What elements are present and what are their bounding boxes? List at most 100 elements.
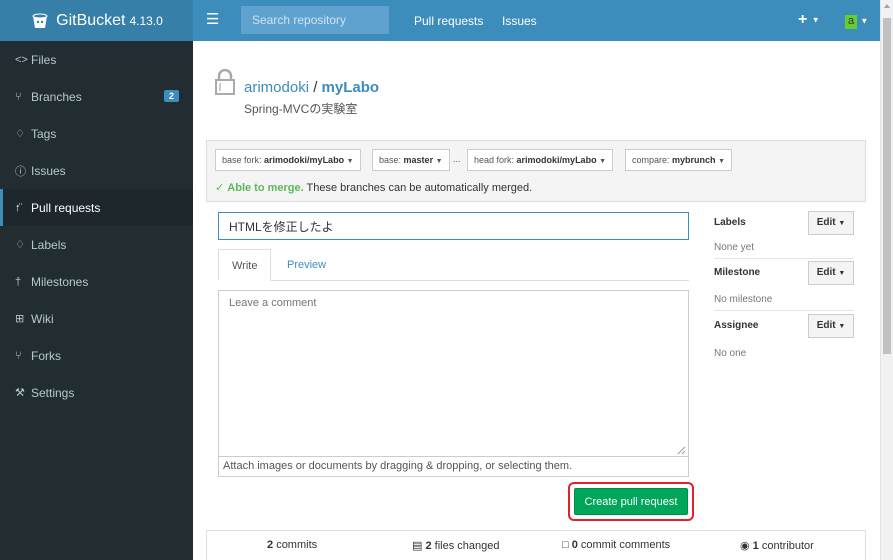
attach-hint[interactable]: Attach images or documents by dragging &…: [218, 457, 689, 477]
head-fork-prefix: head fork:: [474, 155, 515, 165]
repo-title: arimodoki / myLabo: [244, 79, 379, 96]
app-name: GitBucket: [56, 11, 126, 29]
edit-milestone-label: Edit: [816, 267, 836, 278]
repo-owner-link[interactable]: arimodoki: [244, 79, 309, 96]
page-scrollbar[interactable]: [880, 0, 893, 560]
repo-name-link[interactable]: myLabo: [322, 79, 380, 96]
branch-icon: ⑂: [15, 90, 22, 103]
sidebar-item-label: Pull requests: [31, 200, 101, 215]
compare-panel: base fork: arimodoki/myLabo ▼ base: mast…: [206, 140, 866, 202]
sidebar-item-label: Issues: [31, 163, 66, 178]
milestone-title: Milestone: [714, 267, 761, 278]
files-count: 2: [425, 540, 432, 552]
sidebar-item-label: Wiki: [31, 311, 54, 326]
commits-stat[interactable]: 2 commits: [267, 539, 317, 551]
file-diff-icon: ▤: [412, 540, 423, 552]
brand[interactable]: GitBucket 4.13.0: [0, 0, 193, 41]
edit-assignee-button[interactable]: Edit ▼: [808, 314, 854, 338]
head-fork-select[interactable]: head fork: arimodoki/myLabo ▼: [467, 149, 614, 171]
sidebar-item-files[interactable]: <> Files: [0, 41, 193, 78]
contributor-icon: ◉: [740, 540, 750, 552]
labels-title: Labels: [714, 217, 746, 228]
base-branch-select[interactable]: base: master ▼: [372, 149, 450, 171]
pull-request-title-input[interactable]: [218, 212, 689, 240]
sidebar-item-wiki[interactable]: ⊞ Wiki: [0, 300, 193, 337]
merge-status: ✓ Able to merge. These branches can be a…: [215, 181, 532, 194]
sidebar-item-label: Settings: [31, 385, 75, 400]
chevron-down-icon: ▼: [718, 158, 726, 165]
main-content: arimodoki / myLabo Spring-MVCの実験室 base f…: [193, 41, 880, 560]
sidebar-item-labels[interactable]: ♢ Labels: [0, 226, 193, 263]
tab-preview[interactable]: Preview: [274, 249, 339, 281]
commits-count: 2: [267, 539, 274, 551]
create-new-menu[interactable]: + ▼: [798, 11, 820, 29]
sidebar-item-label: Tags: [31, 126, 57, 141]
comment-icon: □: [562, 539, 569, 551]
create-pull-request-button[interactable]: Create pull request: [574, 488, 688, 515]
base-fork-value: arimodoki/myLabo: [264, 155, 345, 165]
lock-icon: [215, 69, 235, 95]
menu-toggle-icon[interactable]: ☰: [206, 12, 219, 27]
chevron-down-icon: ▼: [838, 270, 846, 277]
base-fork-prefix: base fork:: [222, 155, 262, 165]
search-input[interactable]: [241, 6, 389, 34]
assignee-title: Assignee: [714, 320, 759, 331]
base-value: master: [403, 155, 434, 165]
divider: [714, 310, 854, 311]
plus-icon: +: [798, 11, 808, 28]
repo-description: Spring-MVCの実験室: [244, 102, 358, 116]
assignee-value: No one: [714, 348, 747, 359]
sidebar-item-label: Files: [31, 52, 57, 67]
sidebar-item-issues[interactable]: ⓘ Issues: [0, 152, 193, 189]
sidebar-item-pull-requests[interactable]: ↑̈ Pull requests: [0, 189, 193, 226]
nav-issues[interactable]: Issues: [502, 14, 537, 28]
sidebar-item-forks[interactable]: ⑂ Forks: [0, 337, 193, 374]
sidebar-item-tags[interactable]: ♢ Tags: [0, 115, 193, 152]
scroll-up-icon[interactable]: [884, 4, 890, 8]
scrollbar-thumb[interactable]: [883, 18, 891, 354]
divider: [714, 258, 854, 259]
edit-milestone-button[interactable]: Edit ▼: [808, 261, 854, 285]
compare-value: mybrunch: [672, 155, 716, 165]
milestone-value: No milestone: [714, 294, 773, 305]
create-button-highlight: Create pull request: [568, 482, 694, 521]
fork-icon: ⑂: [15, 349, 22, 362]
chevron-down-icon: ▼: [811, 15, 820, 25]
comments-count: 0: [571, 539, 578, 551]
edit-assignee-label: Edit: [816, 320, 836, 331]
merge-status-label: Able to merge.: [227, 182, 304, 194]
settings-icon: ⚒: [15, 387, 25, 399]
sidebar-item-branches[interactable]: ⑂ Branches 2: [0, 78, 193, 115]
comment-textarea[interactable]: [218, 290, 689, 457]
commit-comments-stat[interactable]: □ 0 commit comments: [562, 539, 670, 551]
tab-write[interactable]: Write: [218, 249, 272, 281]
base-prefix: base:: [379, 155, 402, 165]
head-fork-value: arimodoki/myLabo: [516, 155, 597, 165]
sidebar: <> Files ⑂ Branches 2 ♢ Tags ⓘ Issues ↑̈…: [0, 41, 193, 560]
issue-icon: ⓘ: [15, 165, 26, 178]
repo-separator: /: [313, 79, 318, 96]
sidebar-item-settings[interactable]: ⚒ Settings: [0, 374, 193, 411]
resize-grip-icon[interactable]: [677, 446, 686, 455]
sidebar-item-milestones[interactable]: † Milestones: [0, 263, 193, 300]
chevron-down-icon: ▼: [838, 323, 846, 330]
gitbucket-logo-icon: [32, 13, 48, 28]
app-version: 4.13.0: [129, 13, 163, 28]
user-menu[interactable]: a ▼: [845, 13, 868, 29]
edit-labels-button[interactable]: Edit ▼: [808, 211, 854, 235]
sidebar-item-label: Branches: [31, 89, 82, 104]
files-changed-stat[interactable]: ▤ 2 files changed: [412, 539, 499, 552]
compare-prefix: compare:: [632, 155, 670, 165]
edit-labels-label: Edit: [816, 217, 836, 228]
base-fork-select[interactable]: base fork: arimodoki/myLabo ▼: [215, 149, 361, 171]
contributors-stat[interactable]: ◉ 1 contributor: [740, 539, 814, 552]
milestone-icon: †: [15, 275, 22, 288]
avatar: a: [845, 15, 857, 29]
wiki-icon: ⊞: [15, 313, 25, 325]
nav-pull-requests[interactable]: Pull requests: [414, 14, 483, 28]
merge-status-message: These branches can be automatically merg…: [306, 182, 533, 194]
top-navbar: GitBucket 4.13.0 ☰ Pull requests Issues …: [0, 0, 880, 41]
compare-branch-select[interactable]: compare: mybrunch ▼: [625, 149, 733, 171]
code-icon: <>: [15, 53, 28, 66]
labels-value: None yet: [714, 242, 755, 253]
